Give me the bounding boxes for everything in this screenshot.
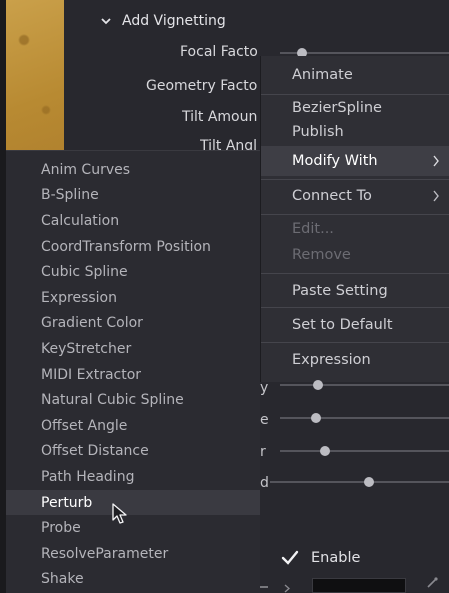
submenu-item-label: Anim Curves [41,161,131,178]
section-header-add-vignetting[interactable]: Add Vignetting [100,10,226,32]
submenu-item-label: Cubic Spline [41,264,128,281]
slider-knob[interactable] [311,413,321,423]
submenu-item-gradient-color[interactable]: Gradient Color [6,311,260,337]
menu-item-label: Set to Default [292,317,393,333]
submenu-item-label: Gradient Color [41,315,143,332]
enable-label: Enable [311,550,361,566]
submenu-item-label: Shake [41,571,84,588]
param-slider-3[interactable] [280,444,449,458]
submenu-item-offset-angle[interactable]: Offset Angle [6,413,260,439]
submenu-item-natural-cubic-spline[interactable]: Natural Cubic Spline [6,387,260,413]
param-slider-1[interactable] [280,378,449,392]
slider-knob[interactable] [364,477,374,487]
menu-separator [261,94,449,95]
submenu-item-label: Probe [41,520,81,537]
slider-track [270,481,449,483]
menu-item-label: Modify With [292,153,378,169]
param-label-fragment: y [260,380,269,396]
menu-item-set-to-default[interactable]: Set to Default [261,310,449,340]
submenu-item-midi-extractor[interactable]: MIDI Extractor [6,362,260,388]
menu-item-label: Edit... [292,221,334,237]
menu-separator [261,342,449,343]
submenu-item-label: Path Heading [41,468,135,485]
menu-item-label: Paste Setting [292,283,388,299]
submenu-item-label: Offset Angle [41,417,128,434]
param-label-tilt-amount: Tilt Amoun [182,109,258,125]
menu-item-animate[interactable]: Animate [261,60,449,90]
submenu-item-anim-curves[interactable]: Anim Curves [6,157,260,183]
section-title: Add Vignetting [122,13,226,29]
submenu-item-label: Calculation [41,212,120,229]
menu-separator [261,307,449,308]
submenu-item-expression[interactable]: Expression [6,285,260,311]
menu-item-label: Publish [292,124,344,140]
submenu-item-label: ResolveParameter [41,545,169,562]
submenu-item-label: Perturb [41,494,93,511]
submenu-item-offset-distance[interactable]: Offset Distance [6,439,260,465]
menu-item-label: BezierSpline [292,100,382,116]
menu-item-edit: Edit... [261,217,449,241]
menu-item-label: Connect To [292,188,372,204]
mouse-pointer-icon [112,503,127,524]
menu-item-label: Remove [292,247,351,263]
param-label-fragment: e [260,412,269,428]
menu-item-connect-to[interactable]: Connect To [261,181,449,211]
param-label-geometry-factor: Geometry Facto [146,78,258,94]
menu-item-publish[interactable]: Publish [261,120,449,144]
submenu-item-probe[interactable]: Probe [6,515,260,541]
submenu-item-keystretcher[interactable]: KeyStretcher [6,336,260,362]
menu-item-bezier-spline[interactable]: BezierSpline [261,96,449,120]
param-slider-4[interactable] [270,475,449,489]
menu-separator [261,179,449,180]
modify-with-submenu: Anim Curves B-Spline Calculation CoordTr… [6,150,260,593]
submenu-item-label: Expression [41,289,117,306]
param-label-fragment: d [260,475,269,491]
slider-knob[interactable] [320,446,330,456]
submenu-item-cubic-spline[interactable]: Cubic Spline [6,259,260,285]
menu-separator [261,214,449,215]
submenu-item-label: Offset Distance [41,443,149,460]
slider-track [280,450,449,452]
menu-item-remove: Remove [261,243,449,267]
menu-item-modify-with[interactable]: Modify With [261,146,449,176]
chevron-right-icon [433,155,439,167]
submenu-item-label: MIDI Extractor [41,366,142,383]
submenu-item-calculation[interactable]: Calculation [6,208,260,234]
submenu-item-label: B-Spline [41,187,99,204]
submenu-item-resolveparameter[interactable]: ResolveParameter [6,541,260,567]
checkmark-icon[interactable] [280,548,300,568]
submenu-item-label: KeyStretcher [41,340,132,357]
submenu-item-label: CoordTransform Position [41,238,211,255]
menu-item-label: Animate [292,67,353,83]
slider-knob[interactable] [313,380,323,390]
eyedropper-icon[interactable] [425,576,439,590]
submenu-item-coordtransform-position[interactable]: CoordTransform Position [6,234,260,260]
chevron-right-icon [433,190,439,202]
submenu-item-path-heading[interactable]: Path Heading [6,464,260,490]
param-label-tilt-angle: Tilt Angl [200,138,258,150]
chevron-down-icon [101,18,111,25]
submenu-item-b-spline[interactable]: B-Spline [6,183,260,209]
submenu-item-shake[interactable]: Shake [6,567,260,593]
slider-track [280,417,449,419]
color-swatch[interactable] [312,578,406,593]
param-label-focal-factor: Focal Factor [180,44,259,60]
context-menu: Animate BezierSpline Publish Modify With… [260,56,449,382]
param-label-fragment: r [260,444,266,460]
submenu-item-label: Natural Cubic Spline [41,392,184,409]
slider-track [280,384,449,386]
pointer-icon [260,586,268,588]
menu-item-paste-setting[interactable]: Paste Setting [261,276,449,306]
chevron-right-icon[interactable] [283,584,291,593]
menu-item-expression[interactable]: Expression [261,345,449,375]
menu-item-label: Expression [292,352,371,368]
submenu-item-perturb[interactable]: Perturb [6,489,260,516]
param-slider-2[interactable] [280,411,449,425]
menu-separator [261,273,449,274]
